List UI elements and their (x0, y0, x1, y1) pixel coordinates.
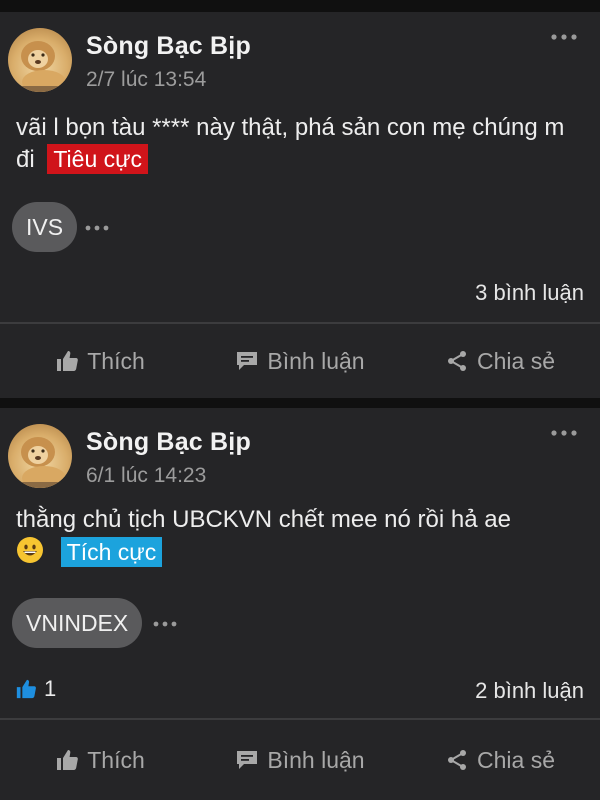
author-name[interactable]: Sòng Bạc Bịp (86, 32, 251, 61)
grinning-emoji-icon (17, 537, 43, 563)
post-text: thằng chủ tịch UBCKVN chết mee nó rồi hả… (16, 506, 511, 533)
sentiment-badge: Tích cực (60, 537, 163, 567)
comment-button[interactable]: Bình luận (200, 747, 400, 774)
sentiment-badge: Tiêu cực (47, 144, 149, 174)
comment-button[interactable]: Bình luận (200, 348, 400, 375)
share-label: Chia sẻ (477, 746, 555, 773)
like-count-value: 1 (44, 676, 57, 701)
thumbs-up-icon (57, 750, 79, 770)
feed: Sòng Bạc Bịp 2/7 lúc 13:54 vãi l bọn tàu… (0, 0, 600, 800)
post-timestamp: 6/1 lúc 14:23 (86, 464, 207, 487)
comment-label: Bình luận (267, 746, 365, 773)
more-icon[interactable] (84, 220, 110, 231)
like-count[interactable]: 1 (14, 676, 56, 702)
comment-label: Bình luận (267, 347, 365, 374)
comment-icon (237, 751, 258, 769)
avatar[interactable] (8, 28, 72, 92)
more-icon[interactable] (550, 32, 578, 42)
post-content: vãi l bọn tàu **** này thật, phá sản con… (16, 112, 586, 176)
share-button[interactable]: Chia sẻ (400, 747, 600, 774)
like-label: Thích (87, 746, 145, 773)
more-icon[interactable] (152, 616, 178, 627)
post-card: Sòng Bạc Bịp 6/1 lúc 14:23 thằng chủ tịc… (0, 408, 600, 800)
avatar[interactable] (8, 424, 72, 488)
comment-count[interactable]: 2 bình luận (475, 678, 584, 704)
thumbs-up-icon (57, 351, 79, 371)
share-icon (448, 750, 466, 770)
action-bar: Thích Bình luận Chia sẻ (0, 720, 600, 800)
like-button[interactable]: Thích (0, 747, 200, 774)
share-button[interactable]: Chia sẻ (400, 348, 600, 375)
action-bar: Thích Bình luận Chia sẻ (0, 324, 600, 398)
post-timestamp: 2/7 lúc 13:54 (86, 68, 207, 91)
thumbs-up-icon (16, 679, 36, 699)
share-icon (448, 351, 466, 371)
stock-tag[interactable]: VNINDEX (12, 598, 143, 648)
author-name[interactable]: Sòng Bạc Bịp (86, 428, 251, 457)
like-label: Thích (87, 347, 145, 374)
share-label: Chia sẻ (477, 347, 555, 374)
comment-icon (237, 352, 258, 370)
more-icon[interactable] (550, 428, 578, 438)
comment-count[interactable]: 3 bình luận (475, 280, 584, 306)
like-button[interactable]: Thích (0, 348, 200, 375)
stock-tag[interactable]: IVS (12, 202, 78, 252)
post-card: Sòng Bạc Bịp 2/7 lúc 13:54 vãi l bọn tàu… (0, 12, 600, 398)
post-content: thằng chủ tịch UBCKVN chết mee nó rồi hả… (16, 504, 586, 569)
